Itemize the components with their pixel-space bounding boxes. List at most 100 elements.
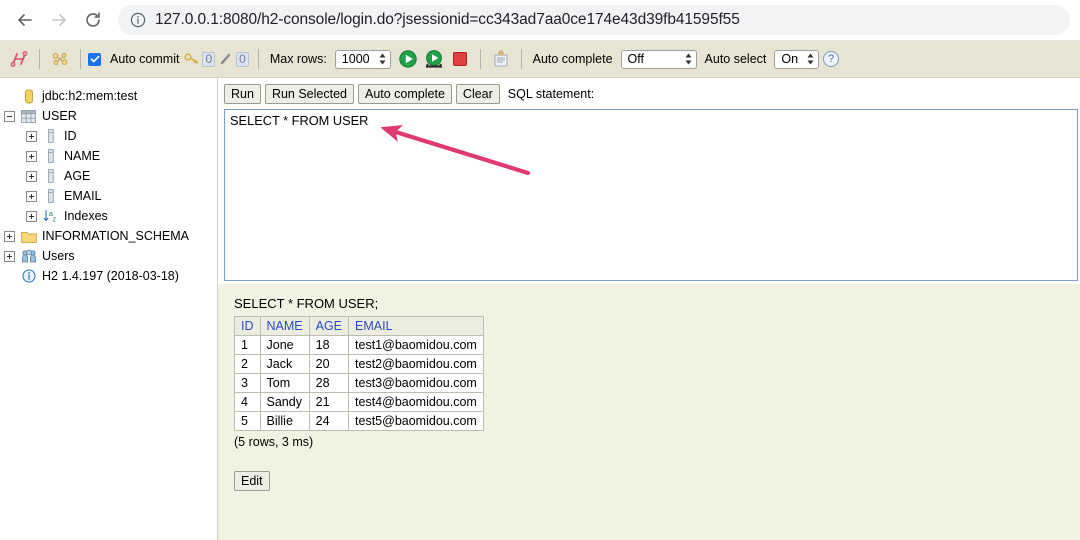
disconnect-plug-icon[interactable] bbox=[6, 46, 32, 72]
auto-complete-select[interactable]: Off bbox=[620, 49, 697, 69]
auto-select-select[interactable]: On bbox=[774, 49, 820, 69]
cell-email: test4@baomidou.com bbox=[348, 392, 484, 412]
browser-chrome: 127.0.0.1:8080/h2-console/login.do?jsess… bbox=[0, 0, 1080, 41]
column-icon bbox=[42, 188, 59, 204]
url-text[interactable]: 127.0.0.1:8080/h2-console/login.do?jsess… bbox=[155, 11, 740, 29]
result-status: (5 rows, 3 ms) bbox=[234, 435, 314, 449]
back-button[interactable] bbox=[10, 5, 40, 35]
column-header-email[interactable]: EMAIL bbox=[348, 316, 484, 336]
table-icon bbox=[20, 108, 37, 124]
cell-age: 20 bbox=[308, 354, 350, 374]
expander-plus-icon[interactable] bbox=[4, 250, 15, 262]
database-cylinder-icon bbox=[20, 88, 37, 104]
spinner-arrows-icon[interactable] bbox=[806, 52, 815, 66]
cell-age: 18 bbox=[308, 335, 350, 355]
clear-button[interactable]: Clear bbox=[455, 84, 500, 104]
rollback-icon[interactable] bbox=[217, 46, 235, 72]
table-header-row: ID NAME AGE EMAIL bbox=[234, 316, 484, 336]
refresh-links-icon[interactable] bbox=[47, 46, 73, 72]
cell-name: Jone bbox=[259, 335, 310, 355]
max-rows-select[interactable]: 1000 bbox=[334, 49, 391, 69]
edit-button[interactable]: Edit bbox=[234, 471, 270, 491]
expander-plus-icon[interactable] bbox=[26, 210, 37, 222]
svg-text:z: z bbox=[52, 217, 56, 224]
toolbar-divider bbox=[257, 49, 259, 69]
auto-complete-label: Auto complete bbox=[532, 52, 613, 66]
folder-icon bbox=[20, 228, 37, 244]
toolbar-divider bbox=[80, 49, 81, 69]
spinner-arrows-icon[interactable] bbox=[378, 52, 387, 66]
tree-item-label: INFORMATION_SCHEMA bbox=[42, 229, 189, 243]
main-panel: Run Run Selected Auto complete Clear SQL… bbox=[218, 78, 1080, 540]
column-icon bbox=[42, 168, 59, 184]
tree-item-label: H2 1.4.197 (2018-03-18) bbox=[42, 269, 179, 283]
tree-item-label: ID bbox=[64, 129, 77, 143]
tree-item-column-name[interactable]: NAME bbox=[4, 146, 212, 166]
cell-name: Sandy bbox=[259, 392, 310, 412]
tree-item-label: Indexes bbox=[64, 209, 108, 223]
tree-item-user-table[interactable]: USER bbox=[4, 106, 212, 126]
sql-editor-pane: Run Run Selected Auto complete Clear SQL… bbox=[218, 78, 1080, 284]
tree-item-column-age[interactable]: AGE bbox=[4, 166, 212, 186]
sql-input[interactable]: SELECT * FROM USER bbox=[224, 109, 1078, 281]
tree-item-users[interactable]: Users bbox=[4, 246, 212, 266]
table-row[interactable]: 5 Billie 24 test5@baomidou.com bbox=[234, 411, 484, 431]
table-row[interactable]: 1 Jone 18 test1@baomidou.com bbox=[234, 335, 484, 355]
run-button[interactable]: Run bbox=[224, 84, 261, 104]
h2-toolbar: Auto commit 0 0 Max rows: 1000 Auto comp… bbox=[0, 41, 1080, 78]
index-sort-icon: a z bbox=[42, 208, 59, 224]
cell-age: 21 bbox=[308, 392, 350, 412]
spinner-arrows-icon[interactable] bbox=[684, 52, 693, 66]
tree-item-information-schema[interactable]: INFORMATION_SCHEMA bbox=[4, 226, 212, 246]
toolbar-divider bbox=[520, 49, 522, 69]
run-play-icon[interactable] bbox=[395, 46, 421, 72]
expander-plus-icon[interactable] bbox=[26, 130, 37, 142]
address-bar[interactable]: 127.0.0.1:8080/h2-console/login.do?jsess… bbox=[118, 5, 1070, 35]
column-header-name[interactable]: NAME bbox=[259, 316, 310, 336]
tree-item-label: Users bbox=[42, 249, 75, 263]
tree-item-column-id[interactable]: ID bbox=[4, 126, 212, 146]
run-selected-play-icon[interactable] bbox=[421, 46, 447, 72]
stop-square-icon[interactable] bbox=[447, 46, 473, 72]
cell-age: 24 bbox=[308, 411, 350, 431]
tree-item-connection[interactable]: jdbc:h2:mem:test bbox=[4, 86, 212, 106]
commit-key-icon[interactable] bbox=[183, 46, 201, 72]
cell-id: 2 bbox=[234, 354, 261, 374]
sql-history-icon[interactable] bbox=[488, 46, 514, 72]
tree-item-label: jdbc:h2:mem:test bbox=[42, 89, 138, 103]
auto-commit-checkbox[interactable] bbox=[88, 52, 101, 66]
auto-select-value: On bbox=[781, 52, 799, 66]
expander-minus-icon[interactable] bbox=[4, 110, 15, 122]
expander-plus-icon[interactable] bbox=[26, 190, 37, 202]
tree-item-label: EMAIL bbox=[64, 189, 102, 203]
reload-button[interactable] bbox=[78, 5, 108, 35]
run-selected-button[interactable]: Run Selected bbox=[264, 84, 354, 104]
tree-item-label: USER bbox=[42, 109, 77, 123]
help-question-icon[interactable]: ? bbox=[823, 51, 840, 67]
auto-commit-label[interactable]: Auto commit bbox=[110, 52, 179, 66]
auto-complete-button[interactable]: Auto complete bbox=[358, 84, 452, 104]
expander-plus-icon[interactable] bbox=[26, 170, 37, 182]
table-row[interactable]: 3 Tom 28 test3@baomidou.com bbox=[234, 373, 484, 393]
cell-email: test3@baomidou.com bbox=[348, 373, 484, 393]
users-icon bbox=[20, 248, 37, 264]
sql-command-bar: Run Run Selected Auto complete Clear SQL… bbox=[224, 83, 1080, 105]
rollback-control[interactable]: 0 bbox=[217, 46, 249, 72]
expander-plus-icon[interactable] bbox=[4, 230, 15, 242]
column-header-id[interactable]: ID bbox=[234, 316, 261, 336]
cell-name: Jack bbox=[259, 354, 310, 374]
expander-plus-icon[interactable] bbox=[26, 150, 37, 162]
cell-email: test2@baomidou.com bbox=[348, 354, 484, 374]
tree-item-column-email[interactable]: EMAIL bbox=[4, 186, 212, 206]
tree-item-indexes[interactable]: a z Indexes bbox=[4, 206, 212, 226]
commit-control[interactable]: 0 bbox=[183, 46, 216, 72]
column-header-age[interactable]: AGE bbox=[308, 316, 350, 336]
info-circle-icon[interactable] bbox=[130, 12, 146, 28]
toolbar-divider bbox=[479, 49, 481, 69]
database-tree[interactable]: jdbc:h2:mem:test USER ID NAME AGE EMAIL … bbox=[0, 78, 212, 540]
forward-button[interactable] bbox=[44, 5, 74, 35]
column-icon bbox=[42, 148, 59, 164]
table-row[interactable]: 4 Sandy 21 test4@baomidou.com bbox=[234, 392, 484, 412]
cell-id: 1 bbox=[234, 335, 261, 355]
table-row[interactable]: 2 Jack 20 test2@baomidou.com bbox=[234, 354, 484, 374]
